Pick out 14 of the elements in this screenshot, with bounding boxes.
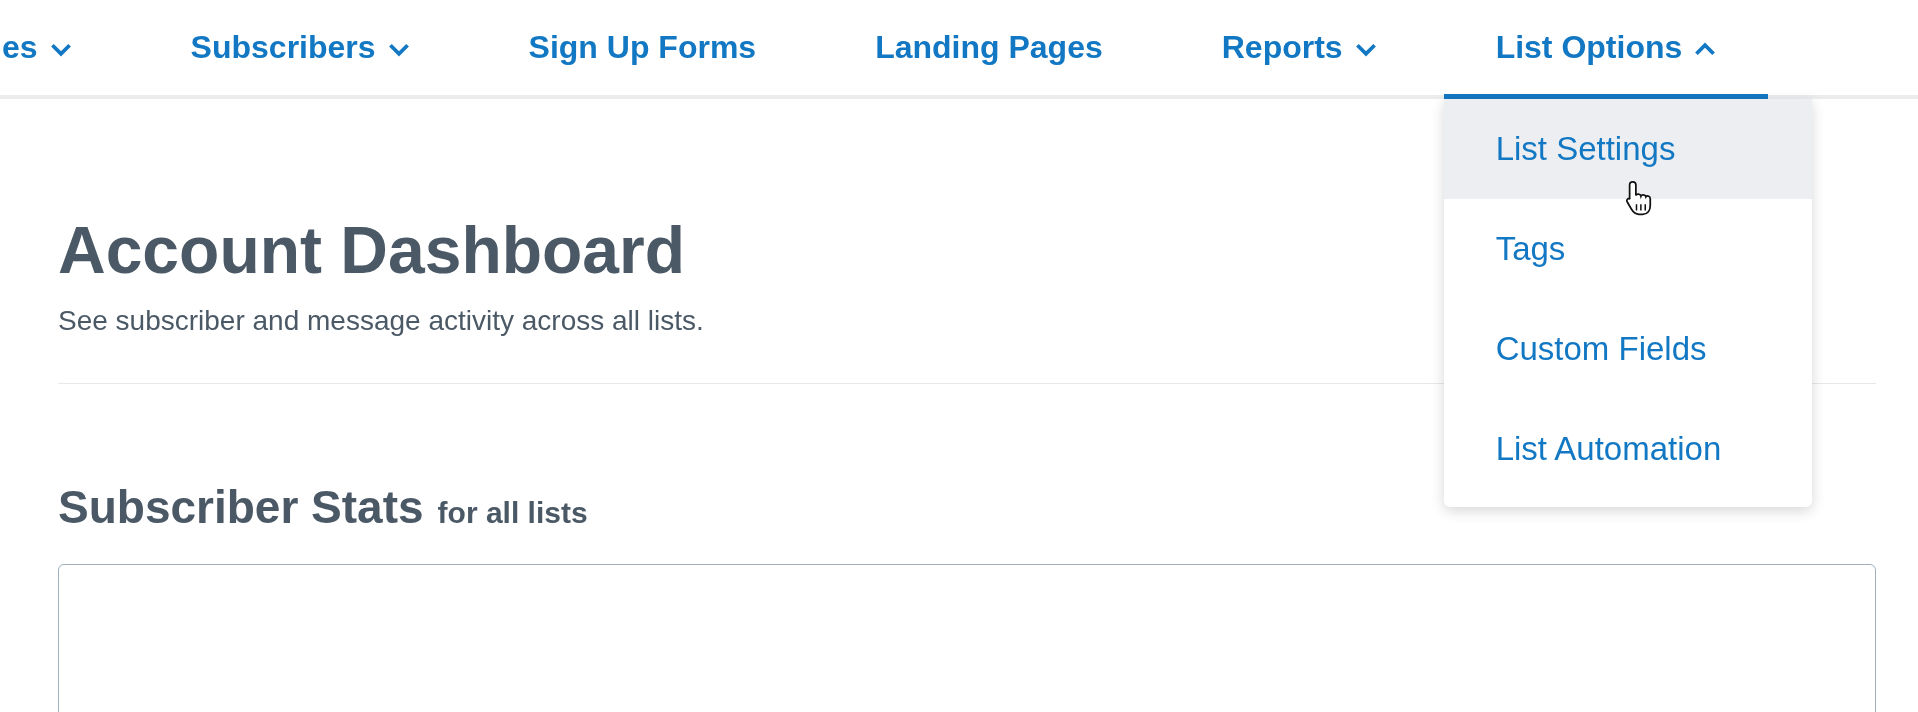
nav-tab[interactable]: Reports bbox=[1169, 0, 1429, 99]
menu-item[interactable]: Custom Fields bbox=[1443, 299, 1812, 399]
menu-item[interactable]: List Settings bbox=[1443, 99, 1812, 199]
section-qualifier: for all lists bbox=[437, 496, 588, 530]
page-title: Account Dashboard bbox=[58, 217, 686, 283]
nav-tab[interactable]: Sign Up Forms bbox=[476, 0, 809, 99]
nav-tab[interactable]: Landing Pages bbox=[823, 0, 1155, 99]
nav-tab[interactable]: es bbox=[2, 0, 124, 99]
nav-tab[interactable]: Subscribers bbox=[138, 0, 462, 99]
menu-item[interactable]: Tags bbox=[1443, 199, 1812, 299]
section-title: Subscriber Stats bbox=[58, 480, 424, 534]
page-subtitle: See subscriber and message activity across all lists. bbox=[58, 305, 704, 337]
menu-item[interactable]: List Automation bbox=[1443, 399, 1812, 499]
hand-cursor-icon bbox=[1623, 179, 1654, 217]
